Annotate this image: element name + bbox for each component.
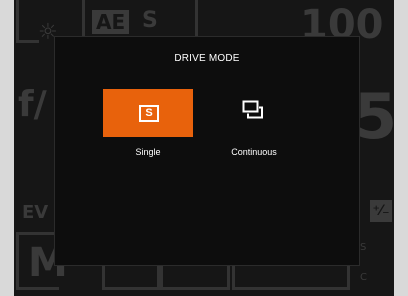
- option-single[interactable]: S Single: [103, 89, 193, 159]
- single-icon-box: S: [103, 89, 193, 137]
- single-shot-icon: S: [139, 105, 159, 122]
- ae-lock-icon: AE: [92, 10, 130, 34]
- camera-screen: ☼ AE S 100 f/ 5 EV ⁺⁄₋ M S C DRIVE MODE …: [14, 0, 394, 296]
- exposure-comp-icon: ⁺⁄₋: [370, 200, 392, 222]
- ev-label: EV: [22, 202, 49, 223]
- option-single-label: Single: [135, 147, 161, 157]
- option-continuous-label: Continuous: [231, 147, 277, 157]
- continuous-icon-box: [209, 89, 299, 137]
- top-left-bracket: [16, 0, 39, 43]
- continuous-shot-icon: [242, 100, 263, 119]
- option-continuous[interactable]: Continuous: [209, 89, 299, 159]
- drive-mode-dialog: DRIVE MODE S Single Continuous: [54, 36, 360, 266]
- drive-side-c: C: [360, 272, 367, 283]
- aperture-prefix: f/: [18, 84, 47, 125]
- metering-s-icon: S: [142, 8, 158, 33]
- dialog-title: DRIVE MODE: [174, 53, 240, 64]
- drive-side-s: S: [360, 242, 367, 253]
- aperture-digit: 5: [354, 80, 394, 153]
